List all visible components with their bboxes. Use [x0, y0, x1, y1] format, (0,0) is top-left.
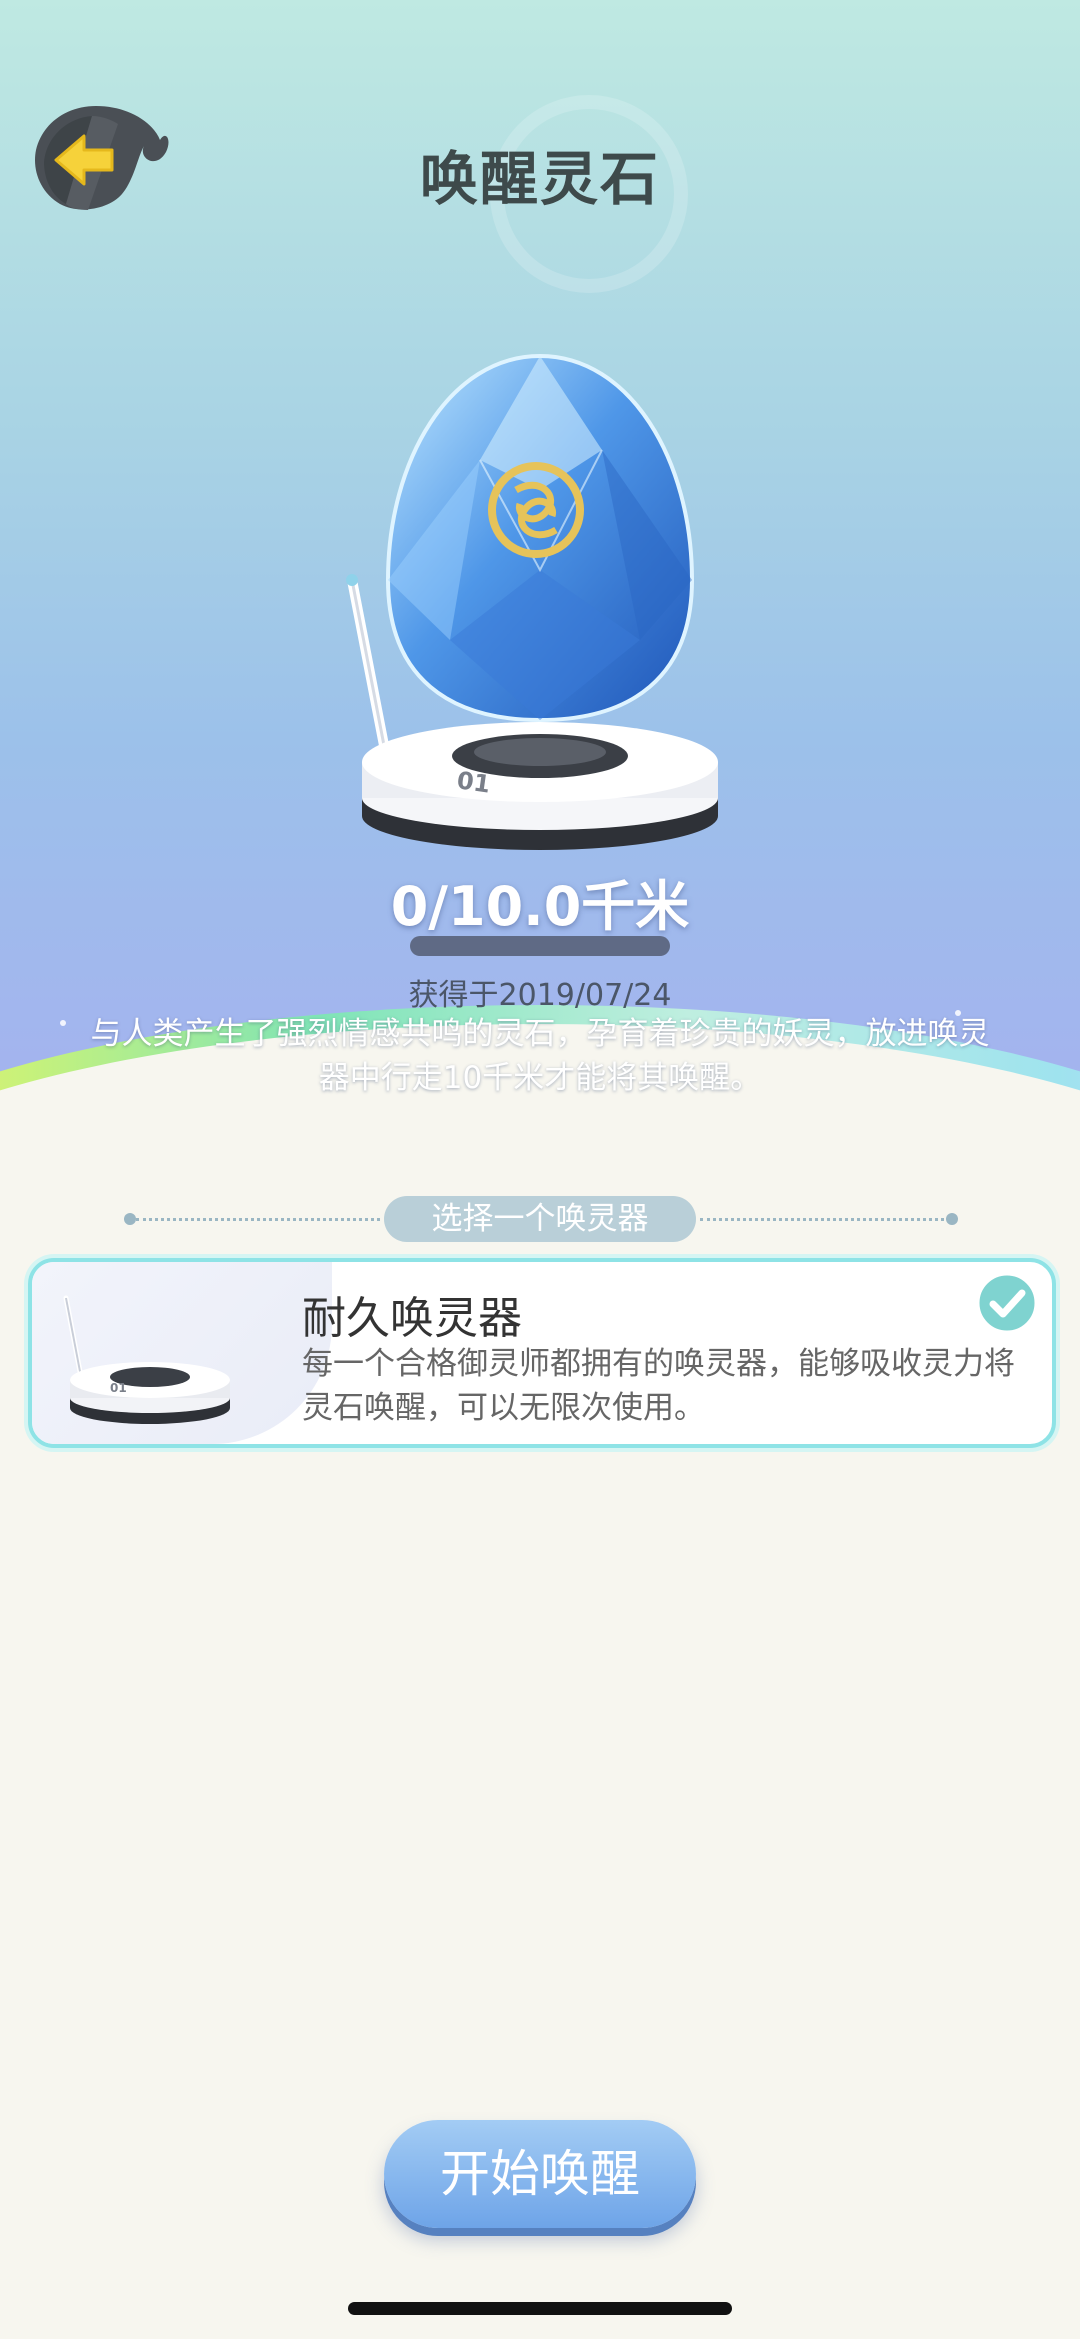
page-title: 唤醒灵石: [419, 145, 660, 213]
home-indicator[interactable]: [348, 2302, 732, 2315]
device-description: 每一个合格御灵师都拥有的唤灵器，能够吸收灵力将灵石唤醒，可以无限次使用。: [302, 1346, 1015, 1426]
divider-line-left: [136, 1218, 380, 1221]
start-awaken-button[interactable]: 开始唤醒: [384, 2120, 696, 2228]
distance-progress-text: 0/10.0千米: [390, 875, 690, 938]
section-label: 选择一个唤灵器: [384, 1196, 696, 1242]
sparkle: [60, 1020, 66, 1026]
distance-progress-bar: [410, 936, 670, 956]
stone-description: 与人类产生了强烈情感共鸣的灵石，孕育着珍贵的妖灵，放进唤灵器中行走10千米才能将…: [90, 1016, 990, 1096]
divider-dot: [946, 1213, 958, 1225]
device-option-durable[interactable]: 01 耐久唤灵器 每一个合格御灵师都拥有的唤灵器，能够吸收灵力将灵石唤醒，可以无…: [28, 1258, 1056, 1448]
device-thumbnail: 01: [52, 1290, 232, 1430]
obtained-date: 获得于2019/07/24: [408, 978, 672, 1013]
svg-text:01: 01: [110, 1381, 127, 1395]
divider-dot: [124, 1213, 136, 1225]
device-title: 耐久唤灵器: [302, 1293, 522, 1344]
check-circle-icon: [976, 1272, 1038, 1334]
spirit-stone-image: [340, 340, 740, 840]
divider-line-right: [700, 1218, 944, 1221]
